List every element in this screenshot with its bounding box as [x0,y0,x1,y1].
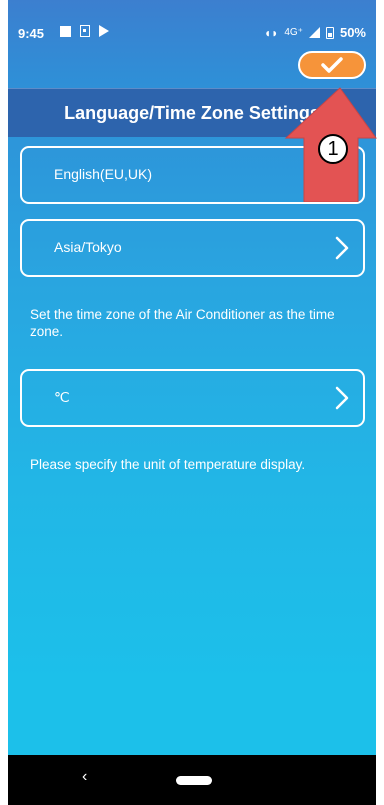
annotation-number-badge: 1 [318,134,348,164]
chevron-right-icon [335,236,349,260]
chevron-right-icon [335,386,349,410]
time-zone-value: Asia/Tokyo [54,239,122,255]
system-nav-bar: ‹ [8,755,376,805]
language-value: English(EU,UK) [54,166,153,182]
temperature-unit-description: Please specify the unit of temperature d… [30,457,306,472]
checkmark-icon [321,57,343,73]
time-zone-setting[interactable]: Asia/Tokyo [20,219,365,277]
status-bar: 9:45 ◖◗ 4G⁺ 50% [8,0,376,44]
notification-icons [60,25,109,37]
status-right: ◖◗ 4G⁺ 50% [264,25,366,40]
back-button[interactable]: ‹ [82,768,87,786]
confirm-button[interactable] [298,51,366,79]
signal-icon [308,27,320,38]
time-zone-description: Set the time zone of the Air Conditioner… [30,307,335,339]
battery-icon [325,26,334,39]
battery-percent: 50% [339,25,366,40]
network-type: 4G⁺ [284,27,303,38]
temperature-unit-setting[interactable]: ℃ [20,369,365,427]
status-time: 9:45 [18,26,45,41]
temperature-unit-value: ℃ [54,389,70,405]
play-store-icon [99,25,109,37]
vibrate-icon: ◖◗ [263,25,279,40]
home-button[interactable] [176,776,212,785]
notification-sim-icon [80,25,90,37]
page: 9:45 ◖◗ 4G⁺ 50% Language/Time Zone Setti… [0,0,384,805]
notification-square-icon [60,25,71,37]
